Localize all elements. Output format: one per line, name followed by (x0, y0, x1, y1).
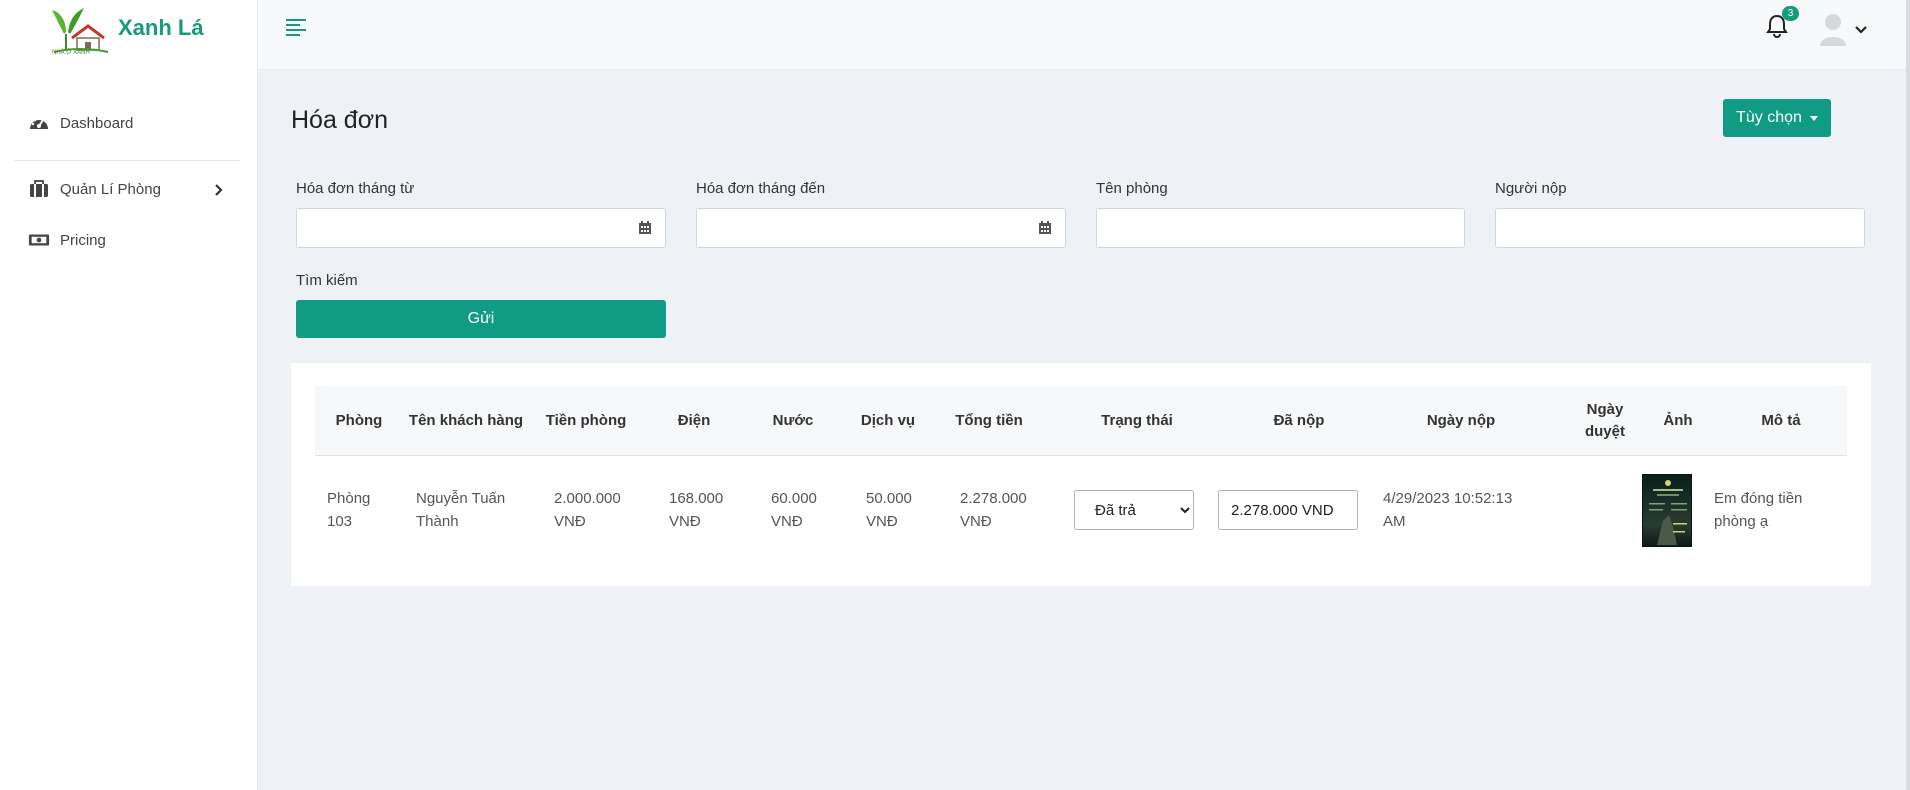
header-status: Trạng thái (1101, 412, 1173, 429)
logo: NHÀ Ở XANH (50, 4, 110, 60)
calendar-icon[interactable] (1038, 221, 1052, 235)
header-rent: Tiền phòng (545, 412, 627, 429)
status-select[interactable]: Đã trả (1074, 490, 1194, 530)
from-month-input[interactable] (296, 208, 666, 248)
sidebar-item-label: Quản Lí Phòng (60, 180, 161, 198)
receipt-image-icon (1649, 480, 1687, 545)
calendar-icon[interactable] (638, 221, 652, 235)
money-bill-icon (28, 231, 50, 249)
header-paid-date: Ngày nộp (1426, 412, 1496, 429)
topbar: 3 (258, 0, 1910, 70)
payer-label: Người nộp (1495, 180, 1567, 197)
options-label: Tùy chọn (1736, 109, 1802, 126)
header-description: Mô tả (1761, 412, 1801, 429)
menu-toggle-icon[interactable] (286, 17, 306, 42)
scrollbar[interactable] (1906, 0, 1910, 790)
cell-total: 2.278.000 VNĐ (960, 490, 1027, 530)
header-customer: Tên khách hàng (408, 412, 524, 429)
cell-paid-date: 4/29/2023 10:52:13 AM (1383, 490, 1513, 530)
receipt-thumbnail[interactable] (1642, 474, 1692, 547)
sidebar-item-pricing[interactable]: Pricing (28, 231, 106, 249)
from-month-label: Hóa đơn tháng từ (296, 180, 415, 197)
notification-button[interactable]: 3 (1766, 6, 1799, 44)
sidebar-item-label: Dashboard (60, 114, 134, 132)
user-avatar[interactable] (1818, 12, 1848, 46)
options-dropdown-button[interactable]: Tùy chọn (1723, 99, 1831, 137)
room-name-label: Tên phòng (1096, 180, 1168, 197)
page-title: Hóa đơn (291, 106, 389, 134)
header-service: Dịch vụ (860, 412, 916, 429)
invoice-table-card: Phòng Tên khách hàng Tiền phòng Điện Nướ… (291, 363, 1871, 586)
sidebar-item-dashboard[interactable]: Dashboard (28, 114, 133, 132)
submit-button[interactable]: Gửi (296, 300, 666, 338)
chevron-down-icon[interactable] (1854, 22, 1868, 40)
tachometer-icon (28, 114, 50, 132)
cell-room: Phòng 103 (327, 490, 371, 530)
header-water: Nước (772, 412, 814, 429)
header-approved-date: Ngày duyệt (1584, 401, 1625, 440)
header-image: Ảnh (1663, 412, 1693, 429)
header-room: Phòng (335, 412, 383, 429)
cell-rent: 2.000.000 VNĐ (554, 490, 621, 530)
search-label: Tìm kiếm (296, 272, 358, 289)
room-name-input[interactable] (1096, 208, 1465, 248)
chevron-right-icon[interactable] (214, 183, 224, 201)
payer-input[interactable] (1495, 208, 1865, 248)
cell-electric: 168.000 VNĐ (669, 490, 724, 530)
notification-badge: 3 (1782, 6, 1799, 21)
brand-name: Xanh Lá (118, 15, 204, 40)
cell-water: 60.000 VNĐ (771, 490, 817, 530)
cell-service: 50.000 VNĐ (866, 490, 912, 530)
to-month-input[interactable] (696, 208, 1066, 248)
table-header: Phòng Tên khách hàng Tiền phòng Điện Nướ… (315, 386, 1847, 456)
to-month-label: Hóa đơn tháng đến (696, 180, 826, 197)
sidebar-item-room-management[interactable]: Quản Lí Phòng (28, 180, 161, 198)
header-paid: Đã nộp (1273, 412, 1325, 429)
paid-amount-input[interactable] (1218, 490, 1358, 530)
logo-caption: NHÀ Ở XANH (52, 50, 90, 56)
cell-description: Em đóng tiền phòng ạ (1714, 490, 1803, 530)
sidebar-item-label: Pricing (60, 231, 106, 249)
header-electric: Điện (677, 412, 711, 429)
header-total: Tổng tiền (955, 412, 1023, 429)
sidebar: NHÀ Ở XANH Xanh Lá Dashboard Quản Lí Phò… (0, 0, 258, 790)
sidebar-divider (14, 160, 240, 161)
brand[interactable]: NHÀ Ở XANH Xanh Lá (50, 4, 204, 60)
cell-customer: Nguyễn Tuấn Thành (416, 490, 506, 530)
caret-down-icon (1809, 115, 1818, 121)
suitcase-icon (28, 180, 50, 198)
user-icon (1820, 14, 1846, 46)
